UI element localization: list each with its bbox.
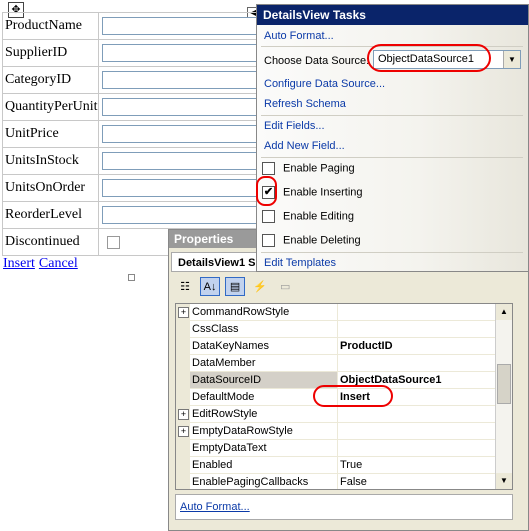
property-row[interactable]: DataKeyNames ProductID [176,338,512,355]
enable-inserting-label: Enable Inserting [283,186,363,199]
discontinued-checkbox[interactable] [106,235,120,249]
property-name: EmptyDataText [190,440,338,457]
enable-inserting-row[interactable]: ✔ Enable Inserting [262,186,363,199]
property-name: DataKeyNames [190,338,338,355]
field-label: UnitsInStock [2,147,99,175]
property-value[interactable] [338,440,500,457]
field-label: UnitPrice [2,120,99,148]
edit-templates-link[interactable]: Edit Templates [264,257,336,269]
property-value[interactable] [338,423,500,440]
expand-icon[interactable]: + [178,307,189,318]
property-row[interactable]: EmptyDataText [176,440,512,457]
properties-toolbar: ☷ A↓ ▤ ⚡ ▭ [175,277,297,297]
properties-window: Properties DetailsView1 S ☷ A↓ ▤ ⚡ ▭ + Co… [168,229,529,531]
expand-icon[interactable]: + [178,409,189,420]
property-name: CssClass [190,321,338,338]
events-icon[interactable]: ⚡ [250,278,270,297]
property-name: Enabled [190,457,338,474]
scroll-down-icon[interactable]: ▼ [496,473,512,489]
property-row[interactable]: + EditRowStyle [176,406,512,423]
property-name: DataSourceID [190,372,338,389]
categorized-icon[interactable]: ☷ [175,278,195,297]
field-label: UnitsOnOrder [2,174,99,202]
field-label: SupplierID [2,39,99,67]
command-row: Insert Cancel [3,256,82,272]
field-label: CategoryID [2,66,99,94]
enable-paging-label: Enable Paging [283,162,355,175]
row-gutter: + [176,423,190,440]
row-gutter [176,389,190,406]
row-gutter [176,440,190,457]
footer-auto-format-link[interactable]: Auto Format... [180,501,250,513]
chevron-down-icon[interactable]: ▼ [503,51,520,68]
row-gutter [176,355,190,372]
property-value[interactable] [338,406,500,423]
property-name: DataMember [190,355,338,372]
alphabetical-icon[interactable]: A↓ [200,277,221,296]
tasks-title: DetailsView Tasks [257,5,528,25]
row-gutter [176,474,190,489]
field-label: QuantityPerUnit [2,93,99,121]
insert-link[interactable]: Insert [3,256,35,271]
property-value[interactable] [338,355,500,372]
divider [261,252,523,253]
scroll-thumb[interactable] [497,364,511,404]
add-new-field-link[interactable]: Add New Field... [264,140,345,152]
configure-data-source-link[interactable]: Configure Data Source... [264,78,385,90]
edit-fields-link[interactable]: Edit Fields... [264,120,325,132]
vertical-scrollbar[interactable]: ▲ ▼ [495,304,512,489]
property-name: CommandRowStyle [190,304,338,321]
property-value[interactable] [338,321,500,338]
enable-paging-checkbox[interactable] [262,162,275,175]
highlight-enable-inserting [256,176,277,206]
property-row[interactable]: DataMember [176,355,512,372]
row-gutter [176,321,190,338]
field-label: ReorderLevel [2,201,99,229]
properties-icon[interactable]: ▤ [225,277,246,296]
row-gutter [176,457,190,474]
property-name: EditRowStyle [190,406,338,423]
enable-deleting-row[interactable]: Enable Deleting [262,234,361,247]
property-value[interactable]: False [338,474,500,489]
property-value[interactable]: True [338,457,500,474]
row-gutter [176,372,190,389]
choose-data-source-label: Choose Data Source: [264,55,370,67]
row-gutter: + [176,304,190,321]
property-row[interactable]: CssClass [176,321,512,338]
property-pages-icon[interactable]: ▭ [275,278,295,297]
divider [261,115,523,116]
property-row[interactable]: EnablePagingCallbacks False [176,474,512,489]
property-value[interactable]: ProductID [338,338,500,355]
scroll-up-icon[interactable]: ▲ [496,304,512,320]
divider [261,157,523,158]
enable-deleting-label: Enable Deleting [283,234,361,247]
refresh-schema-link[interactable]: Refresh Schema [264,98,346,110]
expand-icon[interactable]: + [178,426,189,437]
enable-editing-checkbox[interactable] [262,210,275,223]
enable-deleting-checkbox[interactable] [262,234,275,247]
property-row[interactable]: + CommandRowStyle [176,304,512,321]
properties-footer: Auto Format... [175,494,513,520]
property-row[interactable]: + EmptyDataRowStyle [176,423,512,440]
property-name: EmptyDataRowStyle [190,423,338,440]
field-label: ProductName [2,12,99,40]
object-selector[interactable]: DetailsView1 S [171,252,259,272]
enable-editing-row[interactable]: Enable Editing [262,210,354,223]
property-value[interactable] [338,304,500,321]
highlight-data-source [367,44,491,72]
enable-editing-label: Enable Editing [283,210,354,223]
field-label: Discontinued [2,228,99,256]
property-row[interactable]: Enabled True [176,457,512,474]
enable-paging-row[interactable]: Enable Paging [262,162,355,175]
selection-handle[interactable] [128,274,135,281]
row-gutter: + [176,406,190,423]
auto-format-link[interactable]: Auto Format... [264,30,334,42]
highlight-default-mode [313,385,393,407]
cancel-link[interactable]: Cancel [39,256,78,271]
row-gutter [176,338,190,355]
property-name: EnablePagingCallbacks [190,474,338,489]
